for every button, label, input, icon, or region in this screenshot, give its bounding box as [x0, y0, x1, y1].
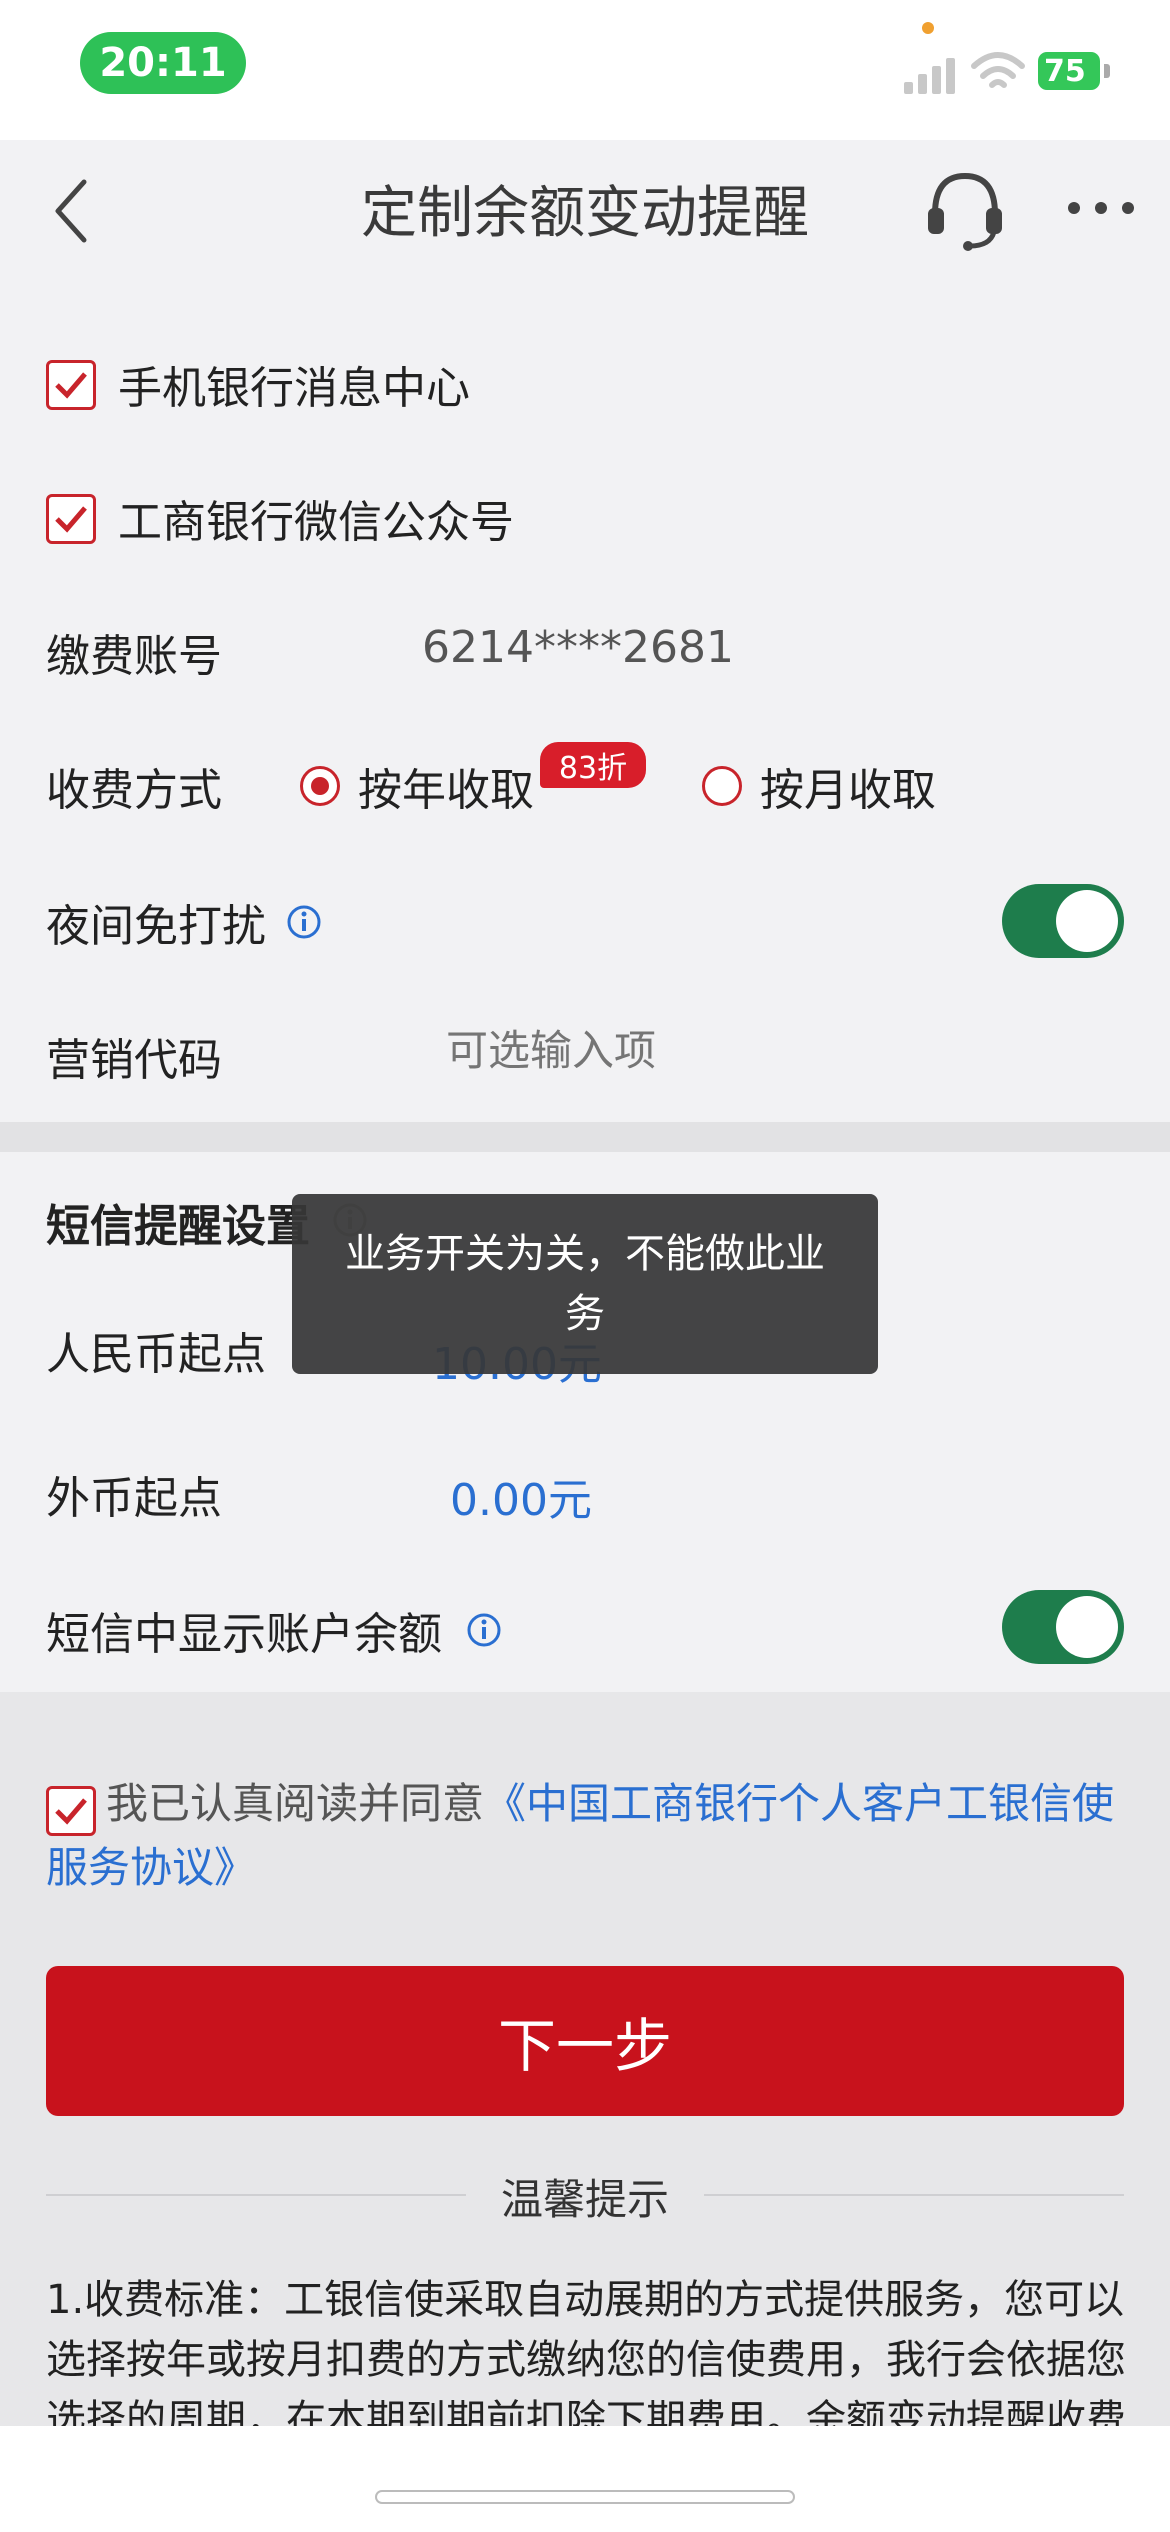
next-step-button[interactable]: 下一步 — [46, 1966, 1124, 2116]
tips-divider-left — [46, 2194, 466, 2196]
wifi-icon — [971, 52, 1025, 88]
battery-level: 75 — [1038, 52, 1100, 90]
more-options-icon[interactable] — [1066, 198, 1136, 218]
marketing-code-label: 营销代码 — [46, 1035, 222, 1086]
sms-section-title: 短信提醒设置 — [46, 1201, 310, 1252]
show-balance-toggle[interactable] — [1002, 1590, 1124, 1664]
toast-message: 业务开关为关，不能做此业务 — [292, 1194, 878, 1374]
fee-option-monthly[interactable]: 按月收取 — [760, 754, 936, 818]
cellular-signal-icon — [904, 54, 960, 94]
back-arrow-icon[interactable] — [48, 176, 98, 246]
fx-threshold-value[interactable]: 0.00元 — [450, 1464, 592, 1528]
info-icon[interactable] — [466, 1612, 502, 1648]
tips-title: 温馨提示 — [500, 2175, 669, 2224]
section-divider — [0, 1122, 1170, 1152]
discount-badge: 83折 — [540, 742, 646, 788]
customer-service-icon[interactable] — [920, 164, 1010, 254]
agreement-text: 我已认真阅读并同意《中国工商银行个人客户工银信使服务协议》 — [46, 1772, 1136, 1900]
channel-label-mobile-banking: 手机银行消息中心 — [118, 363, 470, 414]
bottom-safe-area — [0, 2426, 1170, 2532]
fee-radio-monthly[interactable] — [702, 766, 742, 806]
tips-divider-right — [704, 2194, 1124, 2196]
channel-checkbox-mobile-banking[interactable] — [46, 360, 96, 410]
marketing-code-input[interactable] — [444, 1018, 1048, 1082]
fee-label: 收费方式 — [46, 765, 222, 816]
checkmark-icon — [55, 506, 87, 533]
home-indicator[interactable] — [375, 2490, 795, 2504]
page-title: 定制余额变动提醒 — [361, 181, 809, 246]
fx-threshold-label: 外币起点 — [46, 1473, 222, 1524]
rmb-threshold-label: 人民币起点 — [46, 1329, 266, 1380]
account-value: 6214****2681 — [422, 622, 734, 673]
agreement-prefix: 我已认真阅读并同意 — [106, 1779, 485, 1828]
channel-label-wechat: 工商银行微信公众号 — [118, 497, 514, 548]
battery-icon: 75 — [1038, 52, 1110, 92]
channel-checkbox-wechat[interactable] — [46, 494, 96, 544]
dnd-toggle[interactable] — [1002, 884, 1124, 958]
info-icon[interactable] — [286, 904, 322, 940]
account-label: 缴费账号 — [46, 631, 222, 682]
fee-option-yearly[interactable]: 按年收取 — [358, 754, 534, 818]
show-balance-label: 短信中显示账户余额 — [46, 1609, 442, 1660]
privacy-indicator-dot — [922, 22, 934, 34]
fee-radio-yearly[interactable] — [300, 766, 340, 806]
dnd-label: 夜间免打扰 — [46, 901, 266, 952]
status-time: 20:11 — [80, 32, 246, 94]
checkmark-icon — [55, 372, 87, 399]
